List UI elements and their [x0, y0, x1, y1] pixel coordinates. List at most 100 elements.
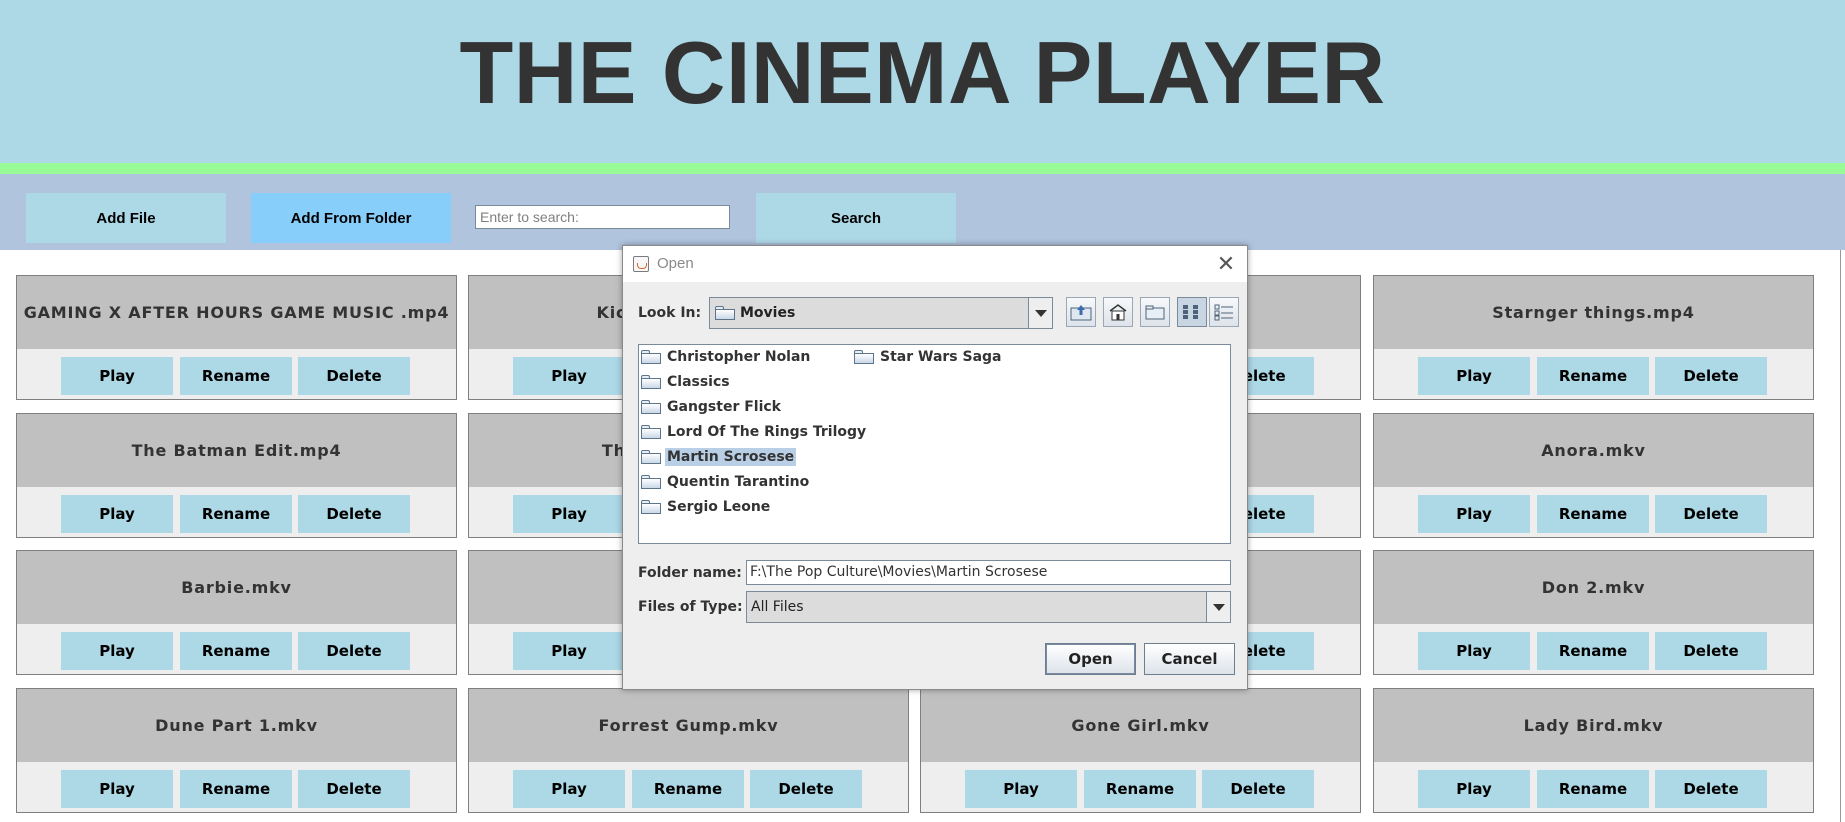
- app-header: THE CINEMA PLAYER: [0, 0, 1845, 163]
- look-in-dropdown[interactable]: Movies: [709, 297, 1053, 329]
- media-card: Anora.mkv Play Rename Delete: [1373, 413, 1814, 538]
- media-card: The Batman Edit.mp4 Play Rename Delete: [16, 413, 457, 538]
- dialog-title: Open: [657, 255, 694, 272]
- play-button[interactable]: Play: [965, 770, 1077, 808]
- folder-item[interactable]: Quentin Tarantino: [641, 471, 811, 493]
- search-input[interactable]: [475, 205, 730, 229]
- folder-item[interactable]: Christopher Nolan: [641, 346, 812, 368]
- media-title: Dune Part 1.mkv: [17, 689, 456, 762]
- add-from-folder-button[interactable]: Add From Folder: [251, 193, 451, 243]
- play-button[interactable]: Play: [1418, 495, 1530, 533]
- delete-button[interactable]: Delete: [298, 770, 410, 808]
- add-file-button[interactable]: Add File: [26, 193, 226, 243]
- media-card: Dune Part 1.mkv Play Rename Delete: [16, 688, 457, 813]
- folder-item[interactable]: Gangster Flick: [641, 396, 783, 418]
- media-title: GAMING X AFTER HOURS GAME MUSIC .mp4: [17, 276, 456, 349]
- cancel-button[interactable]: Cancel: [1144, 643, 1235, 675]
- play-button[interactable]: Play: [1418, 357, 1530, 395]
- rename-button[interactable]: Rename: [1537, 770, 1649, 808]
- delete-button[interactable]: Delete: [1655, 632, 1767, 670]
- media-title: The Batman Edit.mp4: [17, 414, 456, 487]
- folder-name: Christopher Nolan: [667, 349, 811, 365]
- card-actions: PlayRenameDelete: [17, 487, 456, 537]
- card-actions: PlayRenameDelete: [17, 624, 456, 674]
- rename-button[interactable]: Rename: [1537, 495, 1649, 533]
- delete-button[interactable]: Delete: [1655, 357, 1767, 395]
- look-in-label: Look In:: [638, 305, 702, 321]
- card-actions: PlayRenameDelete: [17, 349, 456, 399]
- rename-button[interactable]: Rename: [1084, 770, 1196, 808]
- media-title: Anora.mkv: [1374, 414, 1813, 487]
- folder-item[interactable]: Classics: [641, 371, 732, 393]
- delete-button[interactable]: Delete: [298, 495, 410, 533]
- rename-button[interactable]: Rename: [180, 770, 292, 808]
- list-view-icon[interactable]: [1177, 297, 1207, 327]
- close-icon[interactable]: ✕: [1213, 251, 1239, 277]
- folder-name: Gangster Flick: [667, 399, 781, 415]
- play-button[interactable]: Play: [513, 770, 625, 808]
- folder-name-field[interactable]: F:\The Pop Culture\Movies\Martin Scroses…: [746, 560, 1231, 585]
- folder-name: Classics: [667, 374, 730, 390]
- card-actions: PlayRenameDelete: [1374, 762, 1813, 812]
- media-card: Lady Bird.mkv Play Rename Delete: [1373, 688, 1814, 813]
- card-actions: PlayRenameDelete: [1374, 349, 1813, 399]
- play-button[interactable]: Play: [513, 357, 625, 395]
- up-folder-icon[interactable]: [1066, 297, 1096, 327]
- rename-button[interactable]: Rename: [1537, 357, 1649, 395]
- delete-button[interactable]: Delete: [750, 770, 862, 808]
- java-app-icon: [633, 256, 649, 272]
- delete-button[interactable]: Delete: [298, 357, 410, 395]
- details-view-icon[interactable]: [1209, 297, 1239, 327]
- media-title: Lady Bird.mkv: [1374, 689, 1813, 762]
- files-of-type-label: Files of Type:: [638, 599, 743, 615]
- rename-button[interactable]: Rename: [180, 357, 292, 395]
- rename-button[interactable]: Rename: [180, 632, 292, 670]
- rename-button[interactable]: Rename: [632, 770, 744, 808]
- folder-item-selected[interactable]: Martin Scrosese: [641, 446, 797, 468]
- open-button[interactable]: Open: [1045, 643, 1136, 675]
- folder-icon: [641, 500, 661, 514]
- play-button[interactable]: Play: [1418, 632, 1530, 670]
- folder-item[interactable]: Star Wars Saga: [854, 346, 1004, 368]
- delete-button[interactable]: Delete: [298, 632, 410, 670]
- media-title: Forrest Gump.mkv: [469, 689, 908, 762]
- chevron-down-icon[interactable]: [1206, 592, 1230, 622]
- folder-item[interactable]: Sergio Leone: [641, 496, 772, 518]
- media-title: Starnger things.mp4: [1374, 276, 1813, 349]
- delete-button[interactable]: Delete: [1655, 770, 1767, 808]
- media-card: GAMING X AFTER HOURS GAME MUSIC .mp4 Play…: [16, 275, 457, 400]
- folder-item[interactable]: Lord Of The Rings Trilogy: [641, 421, 868, 443]
- play-button[interactable]: Play: [61, 357, 173, 395]
- media-card: Forrest Gump.mkv Play Rename Delete: [468, 688, 909, 813]
- media-title: Gone Girl.mkv: [921, 689, 1360, 762]
- play-button[interactable]: Play: [61, 632, 173, 670]
- rename-button[interactable]: Rename: [1537, 632, 1649, 670]
- toolbar: Add File Add From Folder Search: [0, 174, 1845, 250]
- delete-button[interactable]: Delete: [1202, 770, 1314, 808]
- play-button[interactable]: Play: [61, 495, 173, 533]
- folder-name: Lord Of The Rings Trilogy: [667, 424, 867, 440]
- folder-icon: [641, 475, 661, 489]
- play-button[interactable]: Play: [1418, 770, 1530, 808]
- folder-name: Sergio Leone: [667, 499, 771, 515]
- new-folder-icon[interactable]: [1140, 297, 1170, 327]
- chevron-down-icon[interactable]: [1028, 298, 1052, 328]
- header-divider: [0, 163, 1845, 174]
- folder-icon: [641, 350, 661, 364]
- delete-button[interactable]: Delete: [1655, 495, 1767, 533]
- play-button[interactable]: Play: [513, 632, 625, 670]
- search-button[interactable]: Search: [756, 193, 956, 243]
- play-button[interactable]: Play: [61, 770, 173, 808]
- files-of-type-dropdown[interactable]: All Files: [746, 591, 1231, 623]
- play-button[interactable]: Play: [513, 495, 625, 533]
- rename-button[interactable]: Rename: [180, 495, 292, 533]
- home-icon[interactable]: [1103, 297, 1133, 327]
- card-actions: PlayRenameDelete: [1374, 624, 1813, 674]
- media-card: Barbie.mkv Play Rename Delete: [16, 550, 457, 675]
- folder-name-label: Folder name:: [638, 565, 742, 581]
- folder-list: Christopher Nolan Classics Gangster Flic…: [638, 344, 1231, 544]
- open-dialog: Open ✕ Look In: Movies Christopher Nolan…: [622, 245, 1248, 690]
- card-actions: PlayRenameDelete: [17, 762, 456, 812]
- dialog-titlebar: Open ✕: [623, 246, 1247, 282]
- folder-icon: [854, 350, 874, 364]
